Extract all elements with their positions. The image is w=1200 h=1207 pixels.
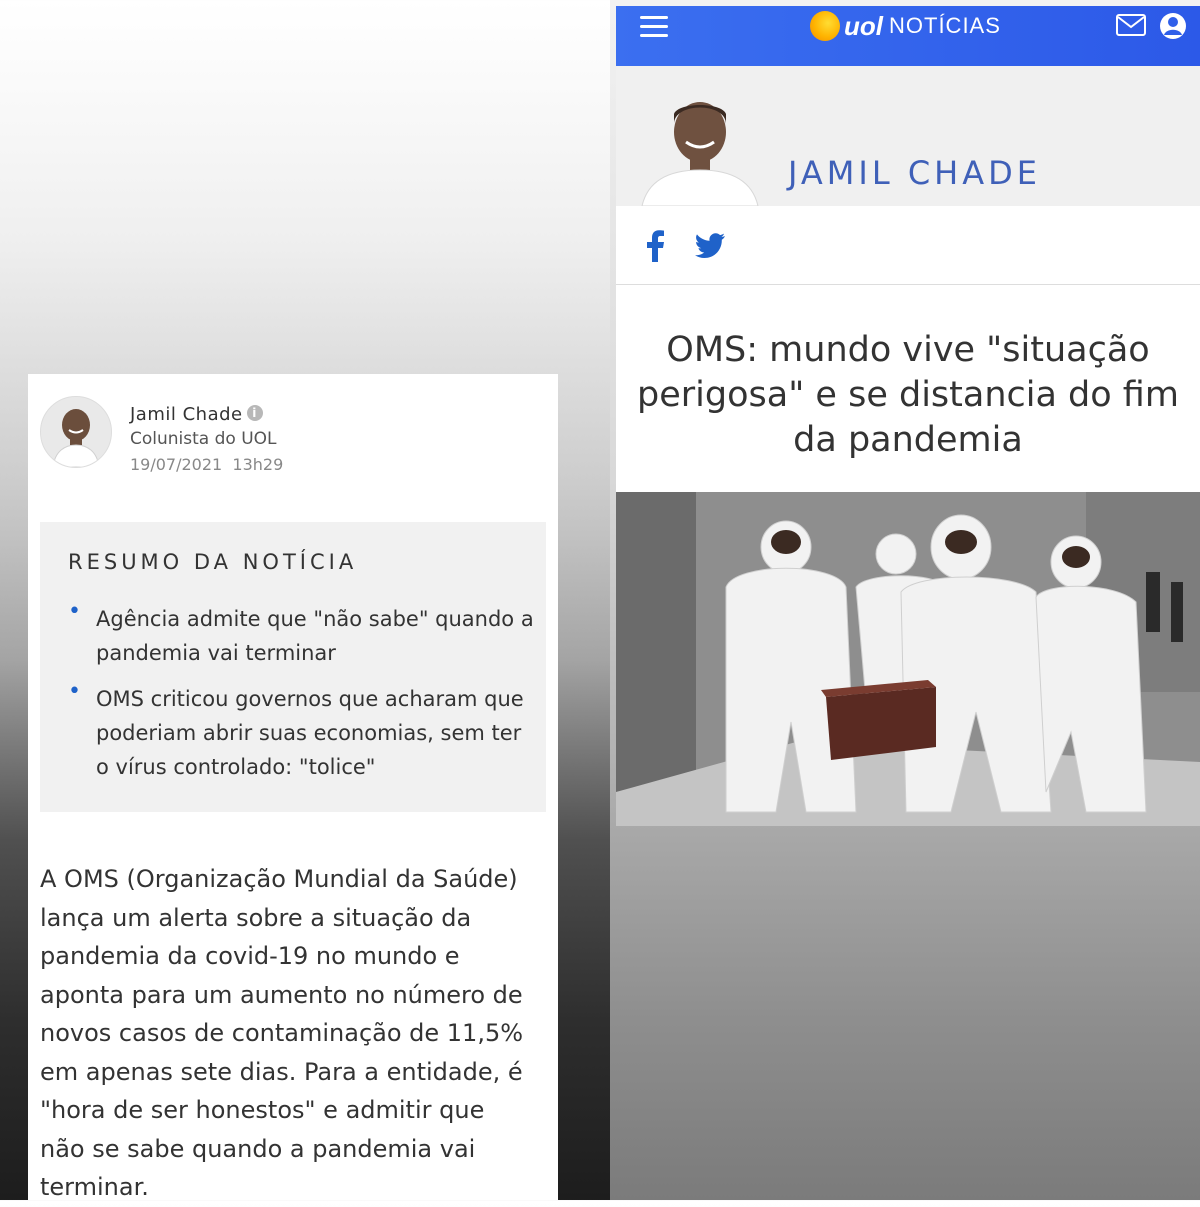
avatar[interactable] <box>40 396 112 468</box>
date-text: 19/07/2021 <box>130 455 223 474</box>
logo-text: uol <box>844 10 883 41</box>
author-role: Colunista do UOL <box>130 429 277 449</box>
summary-item-text: Agência admite que "não sabe" quando a p… <box>96 607 534 665</box>
article-date: 19/07/2021 13h29 <box>130 455 283 474</box>
news-article-card: uol NOTÍCIAS JAMIL CHADE OMS: mundo vive… <box>616 6 1200 826</box>
summary-item-text: OMS criticou governos que acharam que po… <box>96 687 524 779</box>
author-row: Jamil Chade i Colunista do UOL 19/07/2021… <box>40 396 540 476</box>
summary-box: RESUMO DA NOTÍCIA • Agência admite que "… <box>40 522 546 812</box>
summary-item: • OMS criticou governos que acharam que … <box>64 679 534 784</box>
top-navigation-bar: uol NOTÍCIAS <box>616 6 1200 66</box>
info-icon[interactable]: i <box>246 405 263 421</box>
facebook-icon[interactable] <box>644 230 666 262</box>
uol-logo[interactable]: uol NOTÍCIAS <box>810 10 1001 42</box>
article-photo[interactable] <box>616 492 1200 826</box>
author-name-text[interactable]: Jamil Chade <box>130 404 243 425</box>
author-photo <box>630 84 765 207</box>
author-name[interactable]: Jamil Chade i <box>130 404 263 425</box>
bullet-icon: • <box>68 599 81 624</box>
author-name-banner[interactable]: JAMIL CHADE <box>788 154 1041 192</box>
menu-icon[interactable] <box>640 16 668 38</box>
author-banner: JAMIL CHADE <box>616 66 1200 207</box>
user-account-icon[interactable] <box>1159 12 1187 40</box>
article-headline[interactable]: OMS: mundo vive "situação perigosa" e se… <box>636 328 1180 463</box>
mail-icon[interactable] <box>1116 14 1146 36</box>
section-title: NOTÍCIAS <box>889 13 1001 38</box>
summary-item: • Agência admite que "não sabe" quando a… <box>64 599 534 670</box>
summary-title: RESUMO DA NOTÍCIA <box>68 550 358 574</box>
uol-logo-mark-icon <box>810 11 840 41</box>
summary-list: • Agência admite que "não sabe" quando a… <box>64 599 534 796</box>
article-summary-card: Jamil Chade i Colunista do UOL 19/07/2021… <box>28 374 558 1201</box>
twitter-icon[interactable] <box>694 232 726 260</box>
time-text: 13h29 <box>232 455 284 474</box>
social-share-row <box>616 208 1200 285</box>
article-body-paragraph: A OMS (Organização Mundial da Saúde) lan… <box>40 865 524 1201</box>
bullet-icon: • <box>68 679 81 704</box>
